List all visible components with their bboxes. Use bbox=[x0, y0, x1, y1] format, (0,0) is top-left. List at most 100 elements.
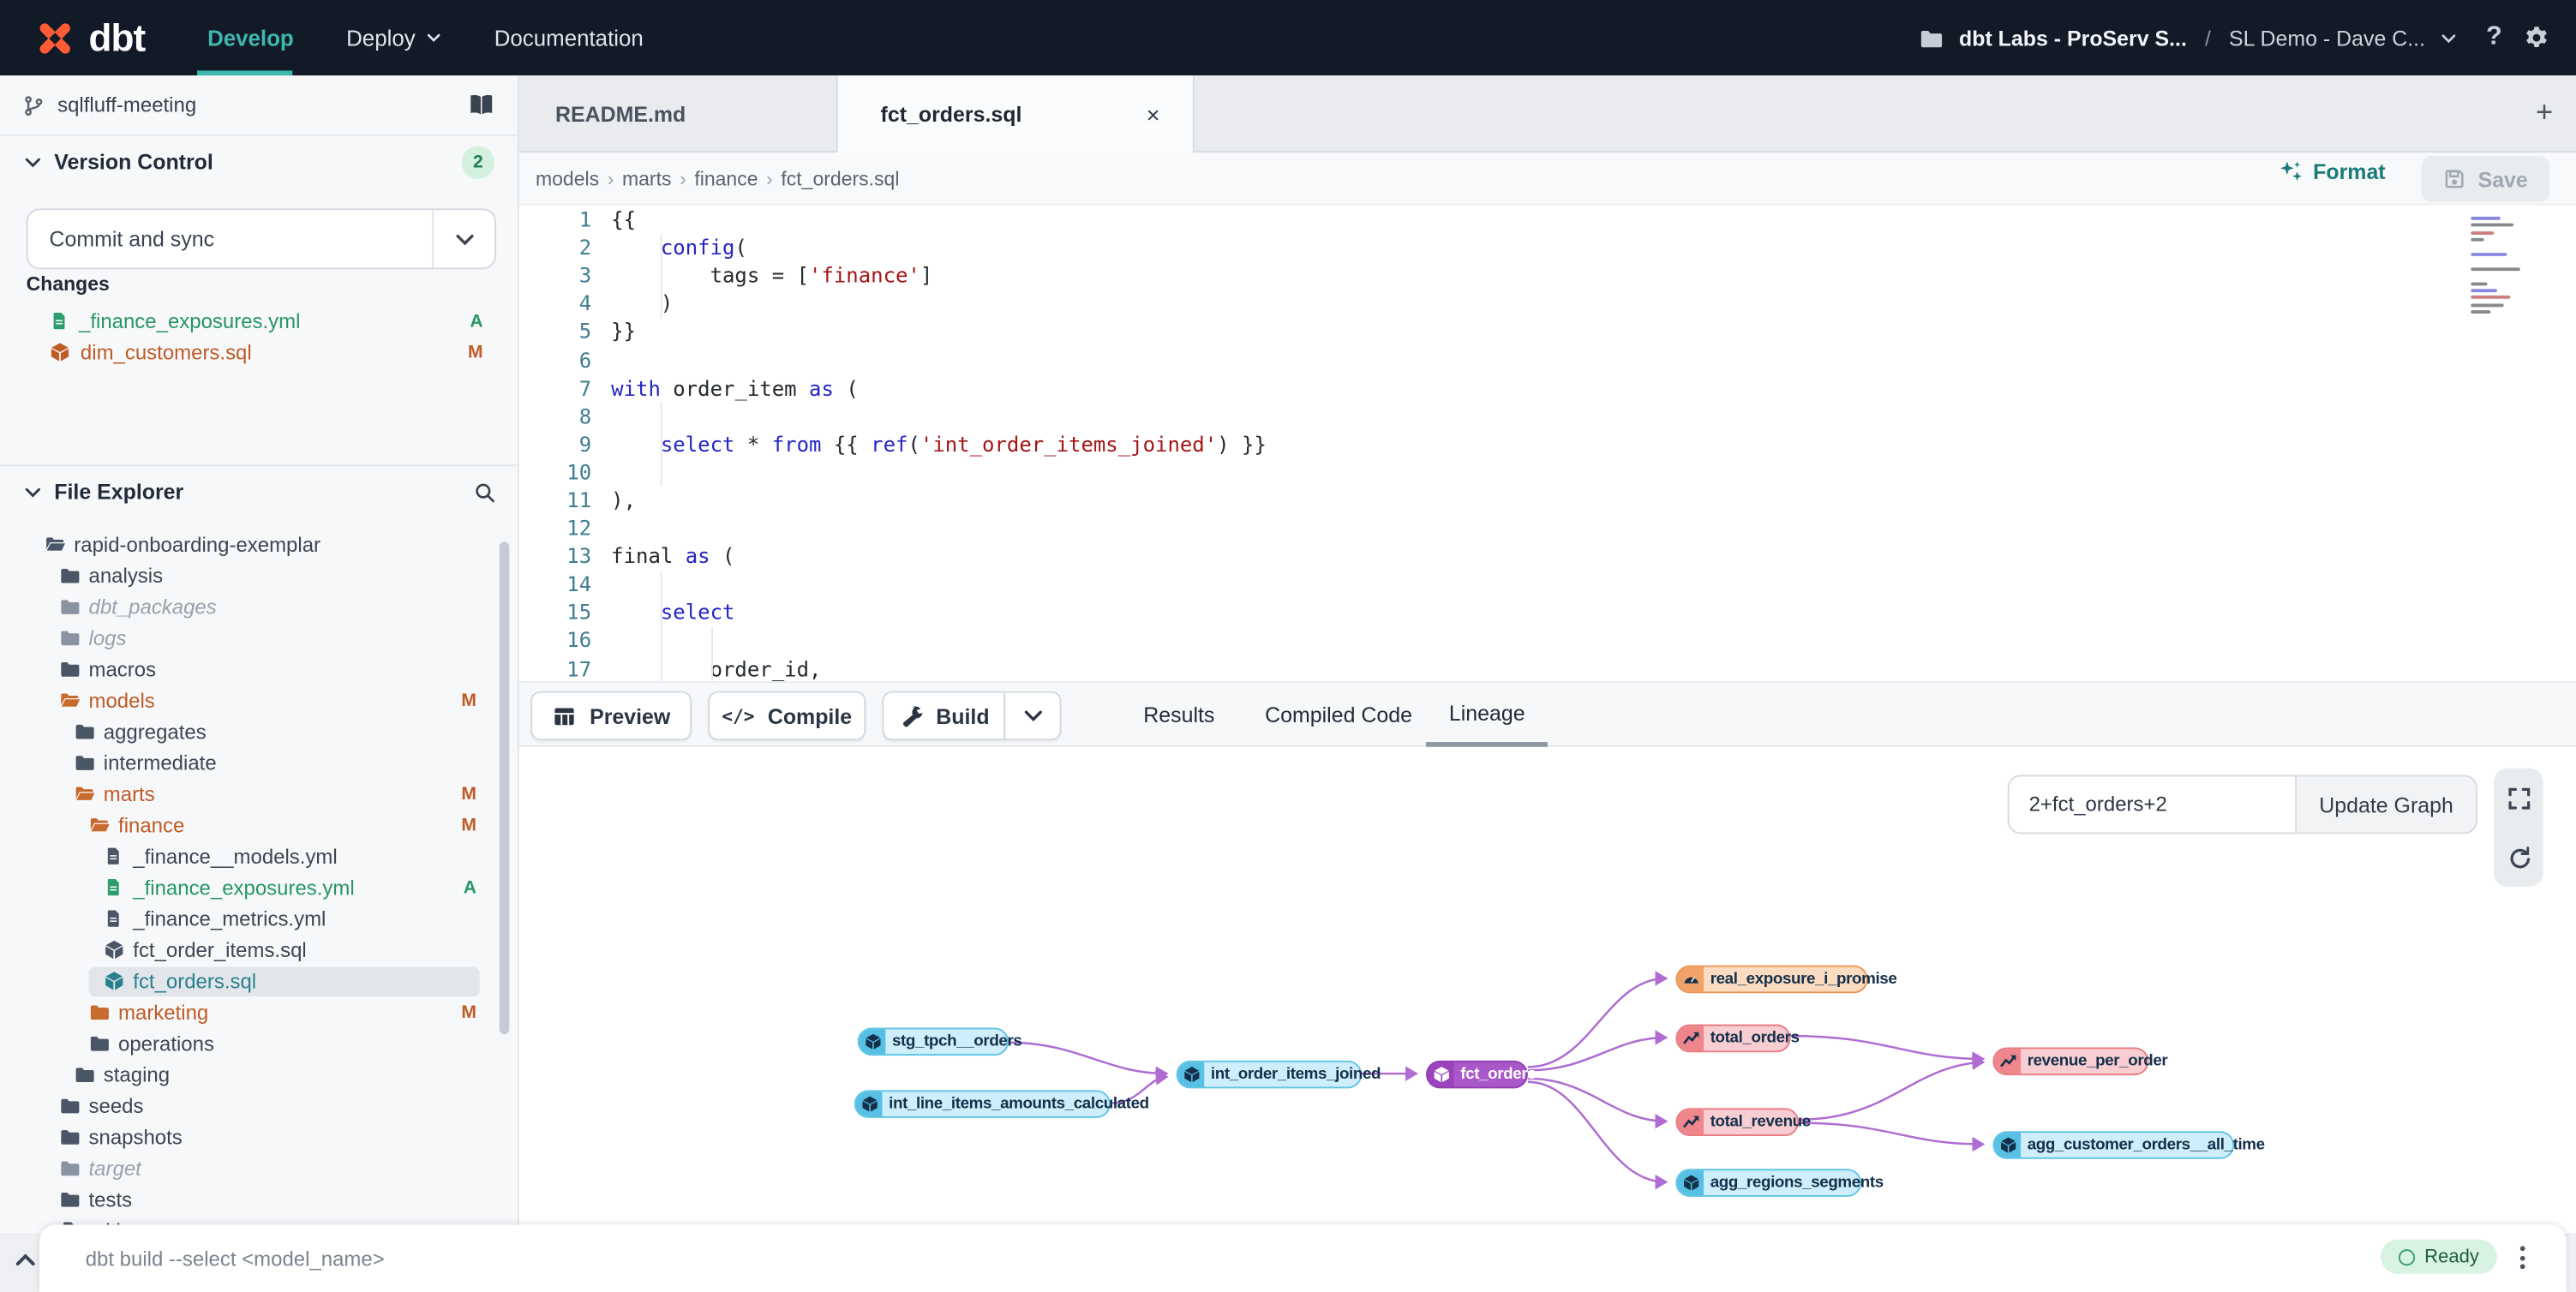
new-tab-button[interactable]: + bbox=[2536, 95, 2553, 129]
lineage-node-total_revenue[interactable]: total_revenue bbox=[1675, 1108, 1799, 1136]
changed-file-row[interactable]: _finance_exposures.ymlA bbox=[0, 305, 519, 336]
node-label: int_order_items_joined bbox=[1204, 1066, 1390, 1084]
hammer-icon bbox=[898, 703, 923, 728]
folder-icon bbox=[59, 1157, 81, 1179]
gear-icon[interactable] bbox=[2524, 25, 2550, 51]
close-icon[interactable]: × bbox=[1147, 101, 1160, 128]
file-explorer-header[interactable]: File Explorer bbox=[0, 466, 519, 517]
tree-item-label: macros bbox=[89, 657, 157, 680]
changed-file-row[interactable]: dim_customers.sqlM bbox=[0, 337, 519, 368]
reset-view-icon[interactable] bbox=[2507, 845, 2531, 870]
nav-item-documentation[interactable]: Documentation bbox=[494, 26, 644, 51]
branch-name[interactable]: sqlfluff-meeting bbox=[57, 93, 455, 117]
tab-readme[interactable]: README.md bbox=[519, 75, 838, 153]
node-label: fct_orders bbox=[1454, 1066, 1546, 1084]
lineage-selector-input[interactable]: 2+fct_orders+2 bbox=[2008, 775, 2297, 834]
build-options-caret[interactable] bbox=[1005, 691, 1061, 740]
node-label: total_orders bbox=[1704, 1029, 1809, 1047]
tree-item-label: rapid-onboarding-exemplar bbox=[74, 533, 321, 556]
tree-item-seeds[interactable]: seeds bbox=[0, 1090, 519, 1121]
tree-item-target[interactable]: target bbox=[0, 1152, 519, 1183]
chevron-up-icon[interactable] bbox=[13, 1247, 38, 1272]
line-number: 17 bbox=[519, 656, 591, 681]
commit-and-sync-button[interactable]: Commit and sync bbox=[27, 208, 496, 269]
status-badge[interactable]: Ready bbox=[2380, 1240, 2497, 1274]
line-number: 11 bbox=[519, 487, 591, 512]
account-name[interactable]: dbt Labs - ProServ S... bbox=[1959, 26, 2187, 51]
tree-item-marketing[interactable]: marketingM bbox=[0, 996, 519, 1027]
tree-item-intermediate[interactable]: intermediate bbox=[0, 747, 519, 778]
command-input[interactable]: dbt build --select <model_name> bbox=[86, 1224, 385, 1292]
chevron-down-icon bbox=[425, 29, 441, 45]
tree-item-label: snapshots bbox=[89, 1126, 183, 1149]
version-control-header[interactable]: Version Control 2 bbox=[0, 136, 518, 187]
fullscreen-icon[interactable] bbox=[2507, 786, 2531, 810]
tree-item-label: fct_order_items.sql bbox=[133, 938, 306, 961]
preview-button[interactable]: Preview bbox=[530, 691, 692, 740]
line-number: 14 bbox=[519, 571, 591, 596]
lineage-node-agg_customer_orders__all_time[interactable]: agg_customer_orders__all_time bbox=[1992, 1131, 2234, 1159]
tree-item-aggregates[interactable]: aggregates bbox=[0, 715, 519, 746]
file-explorer-title: File Explorer bbox=[54, 480, 461, 505]
project-name[interactable]: SL Demo - Dave C... bbox=[2229, 26, 2425, 51]
tree-item-fct-orders-sql[interactable]: fct_orders.sql bbox=[0, 966, 519, 996]
lineage-edge bbox=[1791, 1036, 1983, 1059]
build-button[interactable]: Build bbox=[882, 691, 1005, 740]
tree-item--finance-models-yml[interactable]: _finance__models.yml bbox=[0, 840, 519, 871]
tab-fct-orders[interactable]: fct_orders.sql × bbox=[838, 75, 1195, 153]
tree-item-marts[interactable]: martsM bbox=[0, 778, 519, 809]
tree-item-snapshots[interactable]: snapshots bbox=[0, 1122, 519, 1152]
compile-button[interactable]: </>Compile bbox=[708, 691, 866, 740]
tree-item-operations[interactable]: operations bbox=[0, 1028, 519, 1059]
line-number: 12 bbox=[519, 516, 591, 541]
tab-compiled-code[interactable]: Compiled Code bbox=[1242, 683, 1435, 747]
update-graph-button[interactable]: Update Graph bbox=[2297, 775, 2477, 834]
tree-item-dbt-packages[interactable]: dbt_packages bbox=[0, 591, 519, 622]
lineage-node-int_line_items_amounts_calculated[interactable]: int_line_items_amounts_calculated bbox=[854, 1090, 1111, 1118]
dbt-cloud-ide: dbt DevelopDeployDocumentation dbt Labs … bbox=[0, 0, 2576, 1292]
docs-book-icon[interactable] bbox=[468, 93, 494, 117]
chevron-down-icon[interactable] bbox=[2440, 29, 2458, 47]
nav-item-develop[interactable]: Develop bbox=[207, 26, 294, 51]
save-button[interactable]: Save bbox=[2422, 156, 2550, 202]
tab-lineage[interactable]: Lineage bbox=[1426, 683, 1548, 747]
lineage-node-real_exposure_i_promise[interactable]: real_exposure_i_promise bbox=[1675, 966, 1867, 994]
sidebar-scrollbar[interactable] bbox=[500, 541, 510, 1034]
dbt-logo-icon bbox=[33, 15, 77, 60]
nav-item-deploy[interactable]: Deploy bbox=[346, 26, 441, 51]
lineage-node-total_orders[interactable]: total_orders bbox=[1675, 1025, 1790, 1053]
tree-item-macros[interactable]: macros bbox=[0, 654, 519, 685]
commit-options-caret[interactable] bbox=[432, 210, 494, 267]
tree-item-fct-order-items-sql[interactable]: fct_order_items.sql bbox=[0, 934, 519, 965]
lineage-node-fct_orders[interactable]: fct_orders bbox=[1426, 1061, 1528, 1089]
format-button[interactable]: Format bbox=[2279, 159, 2386, 184]
gauge-icon bbox=[1677, 967, 1704, 992]
tree-item--finance-metrics-yml[interactable]: _finance_metrics.yml bbox=[0, 903, 519, 934]
tree-item-rapid-onboarding-exemplar[interactable]: rapid-onboarding-exemplar bbox=[0, 529, 519, 559]
model-cube-icon bbox=[1428, 1062, 1454, 1087]
tree-item-models[interactable]: modelsM bbox=[0, 685, 519, 715]
code-icon: </> bbox=[722, 705, 754, 727]
tree-item-finance[interactable]: financeM bbox=[0, 810, 519, 840]
version-control-title: Version Control bbox=[54, 149, 450, 174]
tab-label: README.md bbox=[555, 102, 686, 127]
status-label: Ready bbox=[2424, 1247, 2479, 1266]
lineage-node-stg_tpch__orders[interactable]: stg_tpch__orders bbox=[858, 1028, 1009, 1056]
code-line: 2 config( bbox=[519, 233, 2576, 261]
tree-item-logs[interactable]: logs bbox=[0, 622, 519, 653]
tree-item-label: seeds bbox=[89, 1094, 144, 1117]
tree-item-analysis[interactable]: analysis bbox=[0, 559, 519, 590]
tab-results[interactable]: Results bbox=[1120, 683, 1237, 747]
lineage-node-agg_regions_segments[interactable]: agg_regions_segments bbox=[1675, 1169, 1861, 1197]
tree-item-tests[interactable]: tests bbox=[0, 1184, 519, 1215]
lineage-node-revenue_per_order[interactable]: revenue_per_order bbox=[1992, 1047, 2148, 1075]
search-icon[interactable] bbox=[473, 480, 496, 503]
folder-icon bbox=[1920, 26, 1944, 51]
code-editor[interactable]: 1{{2 config(3 tags = ['finance']4 )5}}67… bbox=[519, 206, 2576, 682]
lineage-node-int_order_items_joined[interactable]: int_order_items_joined bbox=[1177, 1061, 1363, 1089]
editor-minimap[interactable] bbox=[2471, 217, 2537, 319]
tree-item--finance-exposures-yml[interactable]: _finance_exposures.ymlA bbox=[0, 871, 519, 902]
tree-item-staging[interactable]: staging bbox=[0, 1059, 519, 1090]
kebab-menu-icon[interactable] bbox=[2510, 1241, 2533, 1274]
help-icon[interactable]: ? bbox=[2486, 23, 2502, 52]
